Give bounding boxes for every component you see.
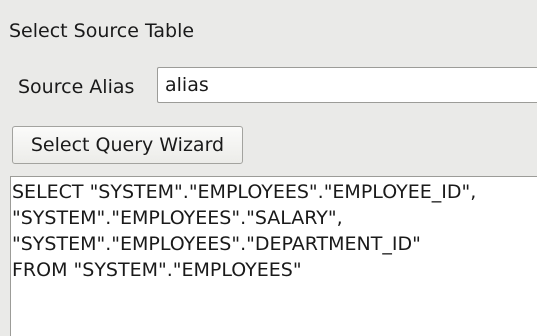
query-line: "SYSTEM"."EMPLOYEES"."DEPARTMENT_ID"	[12, 233, 421, 255]
query-line: FROM "SYSTEM"."EMPLOYEES"	[12, 259, 302, 281]
source-alias-row: Source Alias	[18, 70, 134, 104]
source-alias-input[interactable]	[157, 67, 537, 103]
query-line: SELECT "SYSTEM"."EMPLOYEES"."EMPLOYEE_ID…	[12, 181, 477, 203]
section-title: Select Source Table	[9, 20, 195, 42]
source-alias-label: Source Alias	[18, 76, 135, 98]
sql-query-textarea[interactable]: SELECT "SYSTEM"."EMPLOYEES"."EMPLOYEE_ID…	[10, 176, 537, 336]
select-query-wizard-button[interactable]: Select Query Wizard	[12, 126, 243, 164]
query-line: "SYSTEM"."EMPLOYEES"."SALARY",	[12, 207, 343, 229]
